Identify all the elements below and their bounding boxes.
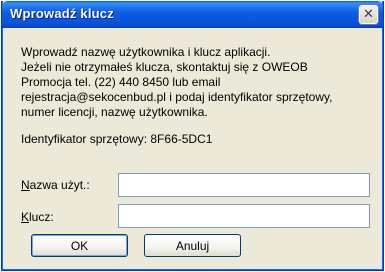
dialog-title: Wprowadź klucz bbox=[10, 6, 114, 21]
instruction-line: rejestracja@sekocenbud.pl i podaj identy… bbox=[21, 90, 333, 104]
key-input[interactable] bbox=[118, 204, 370, 228]
cancel-button[interactable]: Anuluj bbox=[144, 234, 241, 257]
username-label: Nazwa użyt.: bbox=[21, 178, 90, 192]
username-label-mnemonic: N bbox=[21, 178, 30, 192]
instruction-text: Wprowadź nazwę użytkownika i klucz aplik… bbox=[21, 45, 371, 120]
ok-button[interactable]: OK bbox=[31, 234, 128, 257]
dialog-window: Wprowadź klucz ✕ Wprowadź nazwę użytkown… bbox=[1, 1, 384, 271]
instruction-line: Promocja tel. (22) 440 8450 lub email bbox=[21, 75, 221, 89]
instruction-line: Jeżeli nie otrzymałeś klucza, skontaktuj… bbox=[21, 60, 308, 74]
key-label-text: lucz: bbox=[29, 210, 54, 224]
key-label: Klucz: bbox=[21, 210, 54, 224]
username-input[interactable] bbox=[118, 173, 370, 197]
close-icon[interactable]: ✕ bbox=[359, 5, 378, 24]
key-label-mnemonic: K bbox=[21, 210, 30, 224]
username-label-text: azwa użyt.: bbox=[29, 178, 90, 192]
instruction-line: Wprowadź nazwę użytkownika i klucz aplik… bbox=[21, 45, 271, 59]
title-bar[interactable]: Wprowadź klucz ✕ bbox=[2, 1, 383, 28]
hardware-id-text: Identyfikator sprzętowy: 8F66-5DC1 bbox=[21, 132, 213, 146]
instruction-line: numer licencji, nazwę użytkownika. bbox=[21, 105, 208, 119]
